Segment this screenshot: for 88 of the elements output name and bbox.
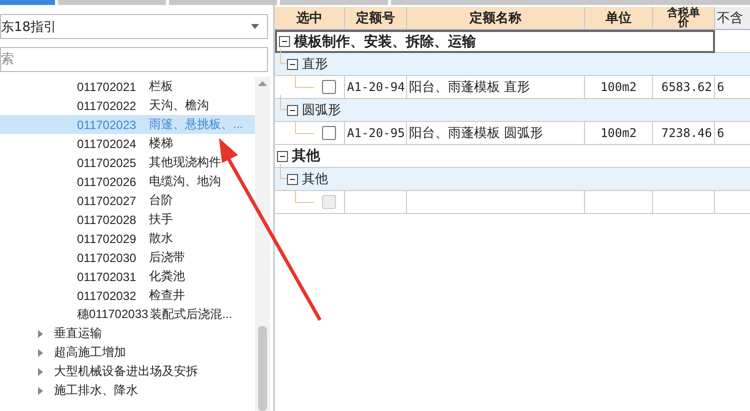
tree-item[interactable]: 垂直运输	[0, 324, 255, 343]
tree-item[interactable]: 超高施工增加	[0, 343, 255, 362]
item-name: 电缆沟、地沟	[149, 173, 221, 190]
item-name: 大型机械设备进出场及安拆	[54, 363, 198, 380]
checkbox[interactable]	[322, 126, 336, 140]
table-cell	[585, 191, 653, 214]
subgroup-name: 圆弧形	[302, 102, 341, 119]
scroll-thumb[interactable]	[258, 326, 267, 411]
tree-item[interactable]: 011702030 后浇带	[0, 248, 255, 267]
table-cell	[653, 191, 715, 214]
checkbox[interactable]	[322, 80, 336, 94]
tree-item[interactable]: 011702021 栏板	[0, 77, 255, 96]
tree-connector	[295, 122, 314, 134]
tree-item[interactable]: 施工排水、降水	[0, 381, 255, 400]
item-code: 011702027	[77, 194, 138, 208]
item-code: 011702030	[77, 250, 138, 264]
item-code: 011702029	[77, 232, 138, 246]
item-code: 011702028	[77, 212, 138, 226]
item-code: 011702026	[77, 174, 138, 188]
item-name: 天沟、檐沟	[149, 97, 209, 114]
tree-item[interactable]: 011702024 楼梯	[0, 134, 255, 153]
scrollbar[interactable]	[255, 77, 270, 411]
item-code: 穗011702033	[77, 306, 148, 323]
item-code: 011702032	[77, 288, 138, 302]
item-name: 楼梯	[149, 135, 173, 152]
item-code: 011702031	[77, 270, 138, 284]
table-cell: 6	[715, 122, 750, 145]
item-name: 装配式后浇混...	[150, 306, 232, 323]
tree-item[interactable]: 穗011702033 装配式后浇混...	[0, 305, 255, 324]
collapse-icon[interactable]	[287, 58, 298, 70]
item-code: 011702024	[77, 136, 138, 150]
group-row[interactable]: 模板制作、安装、拆除、运输	[275, 30, 715, 53]
item-code: 011702022	[77, 98, 138, 112]
item-name: 检查井	[149, 287, 185, 304]
item-name: 垂直运输	[54, 325, 102, 342]
scroll-up-icon[interactable]	[258, 81, 267, 86]
table-cell: A1-20-95	[345, 122, 407, 145]
item-name: 后浇带	[149, 249, 185, 266]
tree-item[interactable]: 011702026 电缆沟、地沟	[0, 172, 255, 191]
collapse-icon[interactable]	[287, 104, 298, 116]
column-header: 定额名称	[407, 7, 585, 30]
column-header: 不含	[715, 7, 750, 30]
column-header: 定额号	[345, 7, 407, 30]
subgroup-name: 其他	[302, 171, 328, 188]
tree-item[interactable]: 011702032 检查井	[0, 286, 255, 305]
tree-item[interactable]: 011702029 散水	[0, 229, 255, 248]
search-field[interactable]: 索	[0, 47, 268, 72]
table-cell	[715, 53, 750, 76]
item-name: 扶手	[149, 211, 173, 228]
table-cell: 7238.46	[653, 122, 715, 145]
collapse-icon[interactable]	[287, 174, 298, 184]
table-cell: 阳台、雨蓬模板 圆弧形	[407, 122, 585, 145]
expand-arrow-icon[interactable]	[38, 368, 43, 376]
item-name: 化粪池	[149, 268, 185, 285]
expand-arrow-icon[interactable]	[38, 330, 43, 338]
item-code: 011702025	[77, 156, 138, 170]
group-name: 其他	[292, 147, 320, 165]
subgroup-name: 直形	[302, 56, 328, 73]
column-header: 含税单价	[653, 7, 715, 30]
item-name: 散水	[149, 230, 173, 247]
tree-connector	[295, 76, 314, 88]
expand-arrow-icon[interactable]	[38, 348, 43, 356]
tree-item[interactable]: 011702028 扶手	[0, 210, 255, 229]
table-cell	[715, 99, 750, 122]
collapse-icon[interactable]	[279, 36, 290, 47]
item-name: 施工排水、降水	[54, 382, 138, 399]
item-name: 栏板	[149, 78, 173, 95]
column-header: 选中	[275, 7, 345, 30]
group-name: 模板制作、安装、拆除、运输	[294, 32, 476, 50]
item-name: 其他现浇构件	[149, 154, 221, 171]
item-code: 011702021	[77, 80, 138, 94]
library-dropdown[interactable]: 东18指引	[0, 14, 268, 39]
item-name: 超高施工增加	[54, 344, 126, 361]
item-name: 台阶	[149, 192, 173, 209]
table-cell	[715, 168, 750, 191]
table-cell: 100m2	[585, 122, 653, 145]
item-code: 011702023	[77, 118, 138, 132]
item-name: 雨篷、悬挑板、...	[149, 116, 244, 133]
tree-item[interactable]: 011702022 天沟、檐沟	[0, 96, 255, 115]
column-header: 单位	[585, 7, 653, 30]
tree-item[interactable]: 大型机械设备进出场及安拆	[0, 362, 255, 381]
collapse-icon[interactable]	[277, 150, 288, 162]
caret-icon	[251, 24, 259, 29]
tree-connector	[295, 191, 314, 203]
tree-item[interactable]: 011702025 其他现浇构件	[0, 153, 255, 172]
tree-item[interactable]: 011702031 化粪池	[0, 267, 255, 286]
tree-item[interactable]: 011702027 台阶	[0, 191, 255, 210]
expand-arrow-icon[interactable]	[38, 386, 43, 394]
